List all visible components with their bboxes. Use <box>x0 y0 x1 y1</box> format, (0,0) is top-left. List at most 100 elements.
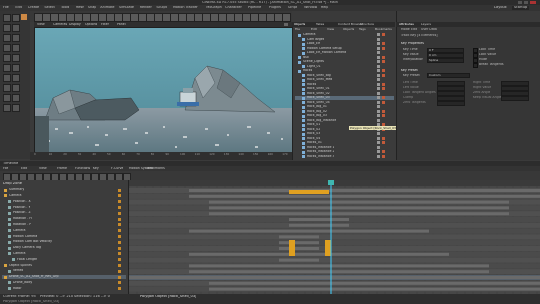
minimize-button[interactable] <box>518 1 522 4</box>
visibility-icon[interactable] <box>377 73 380 77</box>
tag-icon[interactable] <box>382 42 385 46</box>
track-lock-icon[interactable] <box>118 200 121 204</box>
tag-icon[interactable] <box>382 46 385 50</box>
viewport-menu-cameras[interactable]: Cameras <box>53 23 67 26</box>
track-row[interactable]: Summary <box>2 188 126 192</box>
edges-icon[interactable] <box>12 64 20 72</box>
visibility-icon[interactable] <box>377 64 380 68</box>
attributes-menu-userdata[interactable]: User Data <box>421 28 437 31</box>
track-lock-icon[interactable] <box>118 194 121 198</box>
visibility-icon[interactable] <box>377 33 380 37</box>
menu-item-motion-tracker[interactable]: Motion Tracker <box>173 6 198 9</box>
track-row[interactable]: Position . X <box>2 200 126 204</box>
track-lock-icon[interactable] <box>118 258 121 262</box>
track-row[interactable]: Camera <box>2 194 126 198</box>
track-lock-icon[interactable] <box>118 246 121 250</box>
visibility-icon[interactable] <box>377 105 380 109</box>
timeline-menu-edit[interactable]: Edit <box>21 167 27 170</box>
menu-item-snap[interactable]: Snap <box>88 6 97 9</box>
visibility-icon[interactable] <box>377 96 380 100</box>
keyframe-grid[interactable] <box>129 180 540 294</box>
track-row[interactable]: Camera <box>2 229 126 233</box>
viewport-menu-panel[interactable]: Panel <box>117 23 126 26</box>
track-row[interactable]: Focal Length <box>2 258 126 262</box>
visibility-icon[interactable] <box>377 150 380 154</box>
3d-viewport[interactable] <box>34 27 294 155</box>
tag-icon[interactable] <box>382 60 385 64</box>
points-icon[interactable] <box>3 64 11 72</box>
timeline-menu-view[interactable]: View <box>39 167 47 170</box>
visibility-icon[interactable] <box>377 87 380 91</box>
timeline-menu-f-curve[interactable]: F-Curve <box>111 167 123 170</box>
object-row[interactable]: Rocks_Instance 3 <box>295 155 394 159</box>
objects-tab-structure[interactable]: Structure <box>360 23 374 26</box>
viewport-menu-display[interactable]: Display <box>69 23 81 26</box>
visibility-icon[interactable] <box>377 51 380 55</box>
tag-icon[interactable] <box>382 150 385 154</box>
objects-menu-tags[interactable]: Tags <box>359 28 366 31</box>
tangent-input[interactable] <box>437 100 465 106</box>
attributes-tab-attributes[interactable]: Attributes <box>399 23 414 26</box>
live-selection-icon[interactable] <box>3 44 11 52</box>
tag-icon[interactable] <box>382 69 385 73</box>
track-row[interactable]: Drone_Body <box>2 281 126 285</box>
tag-icon[interactable] <box>382 136 385 140</box>
track-row[interactable]: Dolly Camera Tag <box>2 246 126 250</box>
track-lock-icon[interactable] <box>118 234 121 238</box>
visibility-icon[interactable] <box>377 136 380 140</box>
timeline-menu-frame[interactable]: Frame <box>57 167 67 170</box>
menu-item-tools[interactable]: Tools <box>61 6 69 9</box>
lock-icon[interactable] <box>12 104 20 112</box>
track-row[interactable]: Position . Z <box>2 211 126 215</box>
visibility-icon[interactable] <box>377 78 380 82</box>
track-row[interactable]: Rotation . P <box>2 223 126 227</box>
scale-icon[interactable] <box>3 34 11 42</box>
menu-item-create[interactable]: Create <box>28 6 39 9</box>
menu-item-mesh[interactable]: Mesh <box>76 6 85 9</box>
tangent-right-input[interactable] <box>501 95 529 101</box>
workplane-icon[interactable] <box>12 74 20 82</box>
tag-icon[interactable] <box>382 87 385 91</box>
render-icon[interactable] <box>3 94 11 102</box>
viewport-menu-view[interactable]: View <box>37 23 45 26</box>
visibility-icon[interactable] <box>377 37 380 41</box>
viewport-menu-options[interactable]: Options <box>85 23 97 26</box>
tag-icon[interactable] <box>382 114 385 118</box>
maximize-button[interactable] <box>524 1 528 4</box>
menu-item-render[interactable]: Render <box>140 6 152 9</box>
tag-icon[interactable] <box>382 73 385 77</box>
visibility-icon[interactable] <box>377 69 380 73</box>
timeline-menu-file[interactable]: File <box>3 167 8 170</box>
menu-item-edit[interactable]: Edit <box>15 6 22 9</box>
visibility-icon[interactable] <box>377 91 380 95</box>
select-icon[interactable] <box>3 24 11 32</box>
move-icon[interactable] <box>12 24 20 32</box>
attr-checkbox[interactable] <box>473 63 478 68</box>
menu-item-file[interactable]: File <box>3 6 9 9</box>
objects-menu-file[interactable]: File <box>295 28 300 31</box>
tag-icon[interactable] <box>382 154 385 158</box>
attr-field-input[interactable]: Spline <box>427 57 464 63</box>
track-lock-icon[interactable] <box>118 205 121 209</box>
menu-item-script[interactable]: Script <box>288 6 298 9</box>
track-row[interactable]: Object Splines <box>2 263 126 267</box>
track-row[interactable]: Drone_SC_A1_Shot_Fr_Rev_Grp <box>2 275 126 279</box>
visibility-icon[interactable] <box>377 118 380 122</box>
menu-item-mograph[interactable]: MoGraph <box>206 6 221 9</box>
visibility-icon[interactable] <box>377 42 380 46</box>
render-settings-icon[interactable] <box>3 104 11 112</box>
track-lock-icon[interactable] <box>118 211 121 215</box>
track-lock-icon[interactable] <box>118 252 121 256</box>
track-lock-icon[interactable] <box>118 188 121 192</box>
timeline-menu-bookmarks[interactable]: Bookmarks <box>147 167 165 170</box>
objects-menu-objects[interactable]: Objects <box>343 28 354 31</box>
tag-icon[interactable] <box>382 109 385 113</box>
menu-item-character[interactable]: Character <box>225 6 242 9</box>
objects-tab-objects[interactable]: Objects <box>294 23 305 26</box>
menu-item-simulate[interactable]: Simulate <box>119 6 134 9</box>
texture-icon[interactable] <box>3 54 11 62</box>
visibility-icon[interactable] <box>377 154 380 158</box>
menu-item-pipeline[interactable]: Pipeline <box>248 6 261 9</box>
track-lock-icon[interactable] <box>118 229 121 233</box>
model-icon[interactable] <box>12 44 20 52</box>
